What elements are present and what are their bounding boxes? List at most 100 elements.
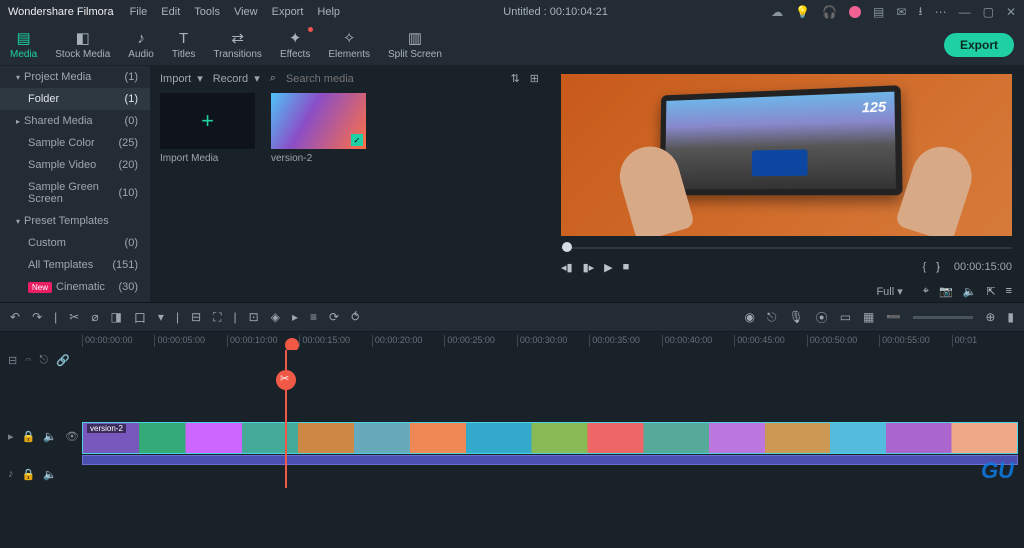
menu-edit[interactable]: Edit [161, 6, 180, 18]
bulb-icon[interactable]: 💡 [795, 5, 810, 19]
stop-button[interactable]: ■ [623, 261, 630, 273]
tab-media[interactable]: ▤Media [10, 29, 37, 60]
menu-view[interactable]: View [234, 6, 258, 18]
grid-view-icon[interactable]: ⊞ [530, 72, 539, 85]
loop-button[interactable]: ⥀ [351, 310, 359, 324]
link-icon[interactable]: 🔗 [56, 354, 70, 367]
import-media-tile[interactable]: + Import Media [160, 93, 255, 164]
ruler-tick: 00:00:35:00 [589, 335, 661, 347]
menu-tools[interactable]: Tools [194, 6, 220, 18]
filter-icon[interactable]: ⇅ [511, 72, 520, 85]
sidebar-item-instagram-story[interactable]: HOTInstagram Story(8) [0, 298, 150, 302]
sidebar-item-custom[interactable]: Custom(0) [0, 232, 150, 254]
mute-icon[interactable]: 🔈 [43, 430, 57, 443]
menu-file[interactable]: File [130, 6, 148, 18]
playhead[interactable]: ✂ [285, 350, 287, 488]
video-clip[interactable]: version-2 [82, 422, 1018, 454]
snapshot-icon[interactable]: 📷 [939, 285, 953, 298]
sidebar-item-project-media[interactable]: ▾Project Media(1) [0, 66, 150, 88]
scrub-bar[interactable] [561, 240, 1012, 254]
freeze-button[interactable]: ⛶ [213, 310, 221, 325]
target-icon[interactable]: ⦿ [816, 309, 828, 326]
tab-stock-media[interactable]: ◧Stock Media [55, 29, 110, 60]
export-button[interactable]: Export [944, 33, 1014, 57]
account-icon[interactable] [849, 6, 861, 18]
lock-icon[interactable]: 🔒 [22, 468, 36, 481]
preview-viewport[interactable]: 125 [561, 74, 1012, 236]
nav-button[interactable]: ▸ [292, 310, 298, 324]
timeline-ruler[interactable]: 00:00:00:00 00:00:05:00 00:00:10:00 00:0… [0, 332, 1024, 350]
audio-clip[interactable] [82, 455, 1018, 465]
tab-audio[interactable]: ♪Audio [128, 30, 154, 60]
detach-icon[interactable]: ⇱ [986, 285, 995, 298]
cloud-icon[interactable]: ☁ [771, 5, 783, 19]
download-icon[interactable]: ⭳ [918, 2, 922, 23]
fit-icon[interactable]: ▭ [840, 310, 851, 324]
speed-button[interactable]: 口 [134, 309, 146, 326]
zoom-in-button[interactable]: ⊕ [985, 310, 995, 324]
play-button[interactable]: ▶ [604, 261, 612, 274]
search-input[interactable] [286, 73, 501, 85]
tab-titles[interactable]: TTitles [172, 30, 196, 60]
import-dropdown[interactable]: Import▾ [160, 72, 203, 85]
undo-button[interactable]: ↶ [10, 310, 20, 324]
zoom-out-button[interactable]: ➖ [886, 310, 901, 324]
headset-icon[interactable]: 🎧 [822, 5, 837, 19]
close-button[interactable]: ✕ [1006, 5, 1016, 19]
media-clip-tile[interactable]: ✓ version-2 [271, 93, 366, 164]
sidebar-item-sample-color[interactable]: Sample Color(25) [0, 132, 150, 154]
tab-split-screen[interactable]: ▥Split Screen [388, 29, 442, 60]
panel-toggle-icon[interactable]: ▮ [1007, 310, 1014, 324]
keyframe-button[interactable]: ◈ [271, 310, 280, 324]
scrub-knob[interactable] [562, 242, 572, 252]
minimize-button[interactable]: — [959, 5, 971, 19]
quality-dropdown[interactable]: Full ▾ [876, 285, 902, 298]
volume-icon[interactable]: 🔈 [963, 285, 977, 298]
delete-button[interactable]: ⌀ [91, 310, 98, 324]
sidebar-item-preset-templates[interactable]: ▾Preset Templates [0, 210, 150, 232]
step-back-button[interactable]: ◂▮ [561, 261, 573, 274]
more-icon[interactable]: ⋯ [935, 5, 947, 19]
menu-export[interactable]: Export [272, 6, 304, 18]
sidebar-item-shared-media[interactable]: ▸Shared Media(0) [0, 110, 150, 132]
play-reverse-button[interactable]: ▮▸ [583, 261, 595, 274]
notes-icon[interactable]: ▤ [873, 5, 884, 19]
collapse-icon[interactable]: ⊟ [8, 354, 17, 367]
tab-elements[interactable]: ✧Elements [328, 29, 370, 60]
maximize-button[interactable]: ▢ [983, 5, 994, 19]
color-button[interactable]: ⊟ [191, 310, 201, 324]
settings-icon[interactable]: ≡ [1006, 285, 1012, 297]
message-icon[interactable]: ✉ [896, 5, 906, 19]
mic-icon[interactable]: 🎙 [788, 310, 803, 324]
cursor-icon[interactable]: ⌖ [923, 285, 929, 298]
sidebar-item-folder[interactable]: Folder(1) [0, 88, 150, 110]
visibility-icon[interactable]: 👁 [65, 430, 79, 443]
tab-transitions[interactable]: ⇄Transitions [213, 29, 262, 60]
tracks-icon[interactable]: ▦ [863, 310, 874, 324]
track-toggle-icon[interactable]: ▸ [8, 430, 14, 443]
audio-track-icon[interactable]: ♪ [8, 468, 14, 481]
cut-button[interactable]: ✂ [69, 310, 79, 324]
render-button[interactable]: ⟳ [329, 310, 339, 324]
magnet-icon[interactable]: ⎋ [767, 310, 777, 325]
mark-out-icon[interactable]: } [936, 261, 940, 273]
marker-button[interactable]: ⊡ [249, 310, 259, 324]
snap-icon[interactable]: ⎋ [39, 354, 48, 367]
tab-effects[interactable]: ✦Effects [280, 29, 310, 60]
equal-icon[interactable]: 𝄐 [25, 354, 31, 367]
mixer-button[interactable]: ≡ [310, 310, 317, 324]
lock-icon[interactable]: 🔒 [22, 430, 36, 443]
mute-icon[interactable]: 🔈 [43, 468, 57, 481]
sidebar-item-sample-green-screen[interactable]: Sample Green Screen(10) [0, 176, 150, 210]
record-icon[interactable]: ◉ [744, 310, 754, 324]
chevron-down-icon[interactable]: ▾ [158, 310, 164, 324]
mark-in-icon[interactable]: { [923, 261, 927, 273]
zoom-slider[interactable] [913, 316, 973, 319]
redo-button[interactable]: ↷ [32, 310, 42, 324]
menu-help[interactable]: Help [317, 6, 340, 18]
sidebar-item-sample-video[interactable]: Sample Video(20) [0, 154, 150, 176]
crop-button[interactable]: ◨ [111, 310, 122, 324]
sidebar-item-cinematic[interactable]: NewCinematic(30) [0, 276, 150, 298]
record-dropdown[interactable]: Record▾ [213, 72, 260, 85]
sidebar-item-all-templates[interactable]: All Templates(151) [0, 254, 150, 276]
